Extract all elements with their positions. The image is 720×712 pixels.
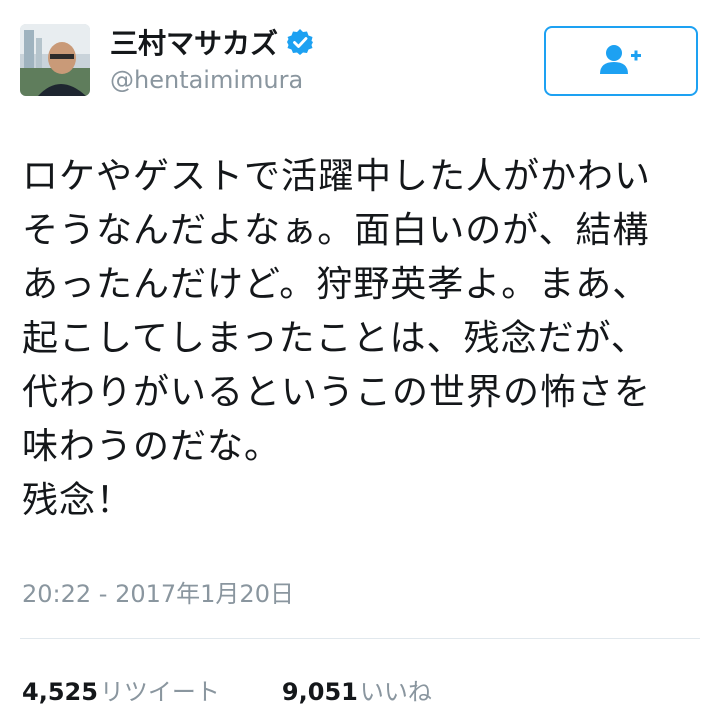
tweet-text-line: 起こしてしまったことは、残念だが、 (22, 318, 648, 359)
tweet-stats: 4,525 リツイート 9,051 いいね (22, 672, 432, 707)
tweet-timestamp[interactable]: 20:22 - 2017年1月20日 (22, 574, 294, 609)
display-name[interactable]: 三村マサカズ (110, 22, 278, 62)
verified-badge-icon (286, 28, 314, 56)
tweet-card: 三村マサカズ @hentaimimura ロケやゲストで活躍中した人がかわい そ… (0, 0, 720, 712)
tweet-text-line: 味わうのだな。 (22, 426, 282, 467)
retweets-label: リツイート (99, 678, 220, 706)
retweets-count: 4,525 (22, 678, 98, 706)
tweet-text-line: 残念！ (22, 480, 134, 521)
user-name-row: 三村マサカズ (110, 24, 314, 60)
user-handle[interactable]: @hentaimimura (110, 66, 303, 94)
retweets-stat[interactable]: 4,525 リツイート (22, 672, 220, 707)
follow-button[interactable] (544, 26, 698, 96)
tweet-text-line: そうなんだよなぁ。面白いのが、結構 (22, 210, 650, 251)
tweet-text-line: ロケやゲストで活躍中した人がかわい (22, 156, 652, 197)
follow-user-plus-icon (598, 42, 644, 80)
likes-label: いいね (359, 678, 432, 706)
tweet-text-line: 代わりがいるというこの世界の怖さを (22, 372, 652, 413)
likes-count: 9,051 (281, 678, 358, 706)
avatar[interactable] (20, 24, 90, 96)
divider (20, 638, 700, 639)
likes-stat[interactable]: 9,051 いいね (282, 672, 432, 707)
tweet-text-line: あったんだけど。狩野英孝よ。まあ、 (22, 264, 650, 305)
tweet-text: ロケやゲストで活躍中した人がかわい そうなんだよなぁ。面白いのが、結構 あったん… (22, 150, 702, 528)
